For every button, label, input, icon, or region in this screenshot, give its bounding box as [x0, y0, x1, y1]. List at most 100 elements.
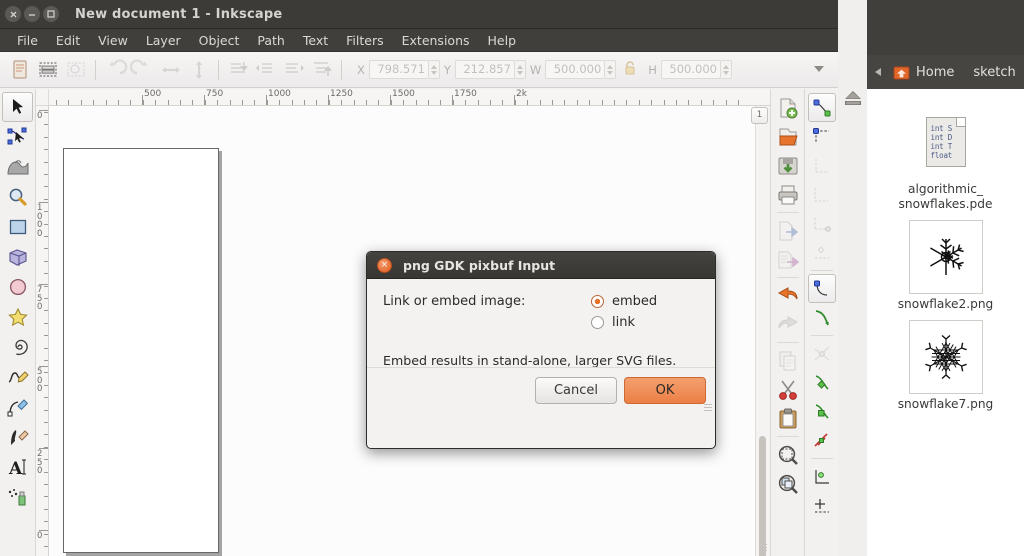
print-document-icon[interactable] — [774, 180, 802, 209]
redo-icon[interactable] — [774, 310, 802, 339]
ok-button[interactable]: OK — [624, 377, 706, 404]
selector-tool[interactable] — [2, 92, 33, 122]
export-icon[interactable] — [774, 245, 802, 274]
raise-to-top-icon[interactable] — [309, 57, 335, 83]
undo-icon[interactable] — [774, 281, 802, 310]
menu-path[interactable]: Path — [248, 29, 293, 52]
list-item[interactable]: int S int D int T float algorithmic_ sno… — [867, 105, 1024, 212]
flip-horizontal-icon[interactable] — [158, 57, 184, 83]
copy-icon[interactable] — [774, 346, 802, 375]
save-document-icon[interactable] — [774, 151, 802, 180]
spray-tool[interactable] — [2, 482, 33, 512]
x-coordinate-field[interactable]: 798.571 — [368, 60, 429, 79]
deselect-icon[interactable] — [63, 57, 89, 83]
snap-page-border-icon[interactable] — [808, 491, 836, 520]
close-icon[interactable]: × — [377, 257, 392, 273]
list-item[interactable]: snowflake7.png — [867, 320, 1024, 412]
rotate-cw-icon[interactable] — [129, 57, 156, 83]
snap-bbox-corner-icon[interactable] — [808, 180, 836, 209]
lock-aspect-ratio-icon[interactable] — [623, 60, 637, 79]
snap-nodes-icon[interactable] — [807, 274, 836, 303]
snap-bbox-edge-midpoint-icon[interactable] — [808, 209, 836, 238]
breadcrumb-sketch[interactable]: sketch — [967, 65, 1015, 80]
chevron-down-icon[interactable] — [814, 66, 824, 72]
menu-view[interactable]: View — [89, 29, 137, 52]
new-document-icon[interactable] — [774, 93, 802, 122]
snap-bounding-box-icon[interactable] — [808, 122, 836, 151]
calligraphy-tool[interactable] — [2, 422, 33, 452]
height-field[interactable]: 500.000 — [660, 60, 721, 79]
radio-embed[interactable]: embed — [591, 294, 699, 309]
bezier-tool[interactable] — [2, 392, 33, 422]
snap-smooth-node-icon[interactable] — [808, 397, 836, 426]
minimize-window-button[interactable] — [24, 6, 40, 22]
file-name-label: snowflake7.png — [897, 397, 994, 411]
file-manager-header — [867, 0, 1024, 55]
ellipse-tool[interactable] — [2, 272, 33, 302]
radio-embed-indicator[interactable] — [591, 295, 604, 308]
import-icon[interactable] — [774, 216, 802, 245]
close-window-button[interactable] — [5, 6, 21, 22]
open-document-icon[interactable] — [774, 122, 802, 151]
horizontal-ruler[interactable]: 500 750 1000 1250 1500 1750 2k — [49, 89, 770, 106]
new-document-icon[interactable] — [7, 57, 33, 83]
pencil-tool[interactable] — [2, 362, 33, 392]
menu-filters[interactable]: Filters — [337, 29, 392, 52]
radio-link-indicator[interactable] — [591, 316, 604, 329]
spiral-tool[interactable] — [2, 332, 33, 362]
snap-bbox-center-icon[interactable] — [808, 238, 836, 267]
flip-vertical-icon[interactable] — [186, 57, 212, 83]
3d-box-tool[interactable] — [2, 242, 33, 272]
snap-cusp-node-icon[interactable] — [808, 368, 836, 397]
snap-path-icon[interactable] — [808, 303, 836, 332]
back-arrow-icon[interactable] — [875, 68, 881, 76]
command-separator — [776, 436, 799, 437]
snap-object-center-icon[interactable] — [808, 462, 836, 491]
document-page[interactable] — [63, 148, 219, 553]
width-field[interactable]: 500.000 — [545, 60, 606, 79]
vertical-scrollbar[interactable]: 1 — [751, 106, 770, 556]
zoom-drawing-icon[interactable] — [774, 469, 802, 498]
paste-icon[interactable] — [774, 404, 802, 433]
enable-snapping-icon[interactable] — [807, 93, 836, 122]
y-spinner[interactable] — [514, 60, 526, 79]
tweak-tool[interactable] — [2, 152, 33, 182]
lower-icon[interactable] — [253, 57, 279, 83]
x-spinner[interactable] — [428, 60, 440, 79]
maximize-window-button[interactable] — [43, 6, 59, 22]
menu-edit[interactable]: Edit — [47, 29, 89, 52]
height-spinner[interactable] — [720, 60, 732, 79]
menu-object[interactable]: Object — [190, 29, 249, 52]
lower-to-bottom-icon[interactable] — [225, 57, 251, 83]
list-item[interactable]: snowflake2.png — [867, 220, 1024, 312]
rectangle-tool[interactable] — [2, 212, 33, 242]
snap-path-intersection-icon[interactable] — [808, 339, 836, 368]
eject-icon[interactable] — [844, 89, 862, 112]
star-tool[interactable] — [2, 302, 33, 332]
vertical-ruler[interactable]: 0 1000 750 500 250 0 — [36, 106, 49, 556]
menu-extensions[interactable]: Extensions — [393, 29, 479, 52]
select-all-icon[interactable] — [35, 57, 61, 83]
y-coordinate-field[interactable]: 212.857 — [454, 60, 515, 79]
toolbar-separator — [95, 59, 96, 80]
width-spinner[interactable] — [605, 60, 617, 79]
node-editor-tool[interactable] — [2, 122, 33, 152]
menu-layer[interactable]: Layer — [137, 29, 190, 52]
layer-indicator[interactable]: 1 — [751, 107, 768, 124]
rotate-ccw-icon[interactable] — [102, 57, 128, 83]
breadcrumb-home[interactable]: Home — [893, 65, 954, 80]
cancel-button[interactable]: Cancel — [535, 377, 617, 404]
zoom-selection-icon[interactable] — [774, 440, 802, 469]
scrollbar-thumb[interactable] — [759, 436, 766, 556]
menu-file[interactable]: File — [8, 29, 47, 52]
raise-icon[interactable] — [281, 57, 307, 83]
radio-link[interactable]: link — [591, 315, 699, 330]
snap-midpoint-icon[interactable] — [808, 426, 836, 455]
menu-help[interactable]: Help — [479, 29, 526, 52]
snap-bbox-edge-icon[interactable] — [808, 151, 836, 180]
resize-grip[interactable] — [704, 402, 712, 411]
text-tool[interactable]: A — [2, 452, 33, 482]
cut-icon[interactable] — [774, 375, 802, 404]
menu-text[interactable]: Text — [294, 29, 337, 52]
zoom-tool[interactable] — [2, 182, 33, 212]
